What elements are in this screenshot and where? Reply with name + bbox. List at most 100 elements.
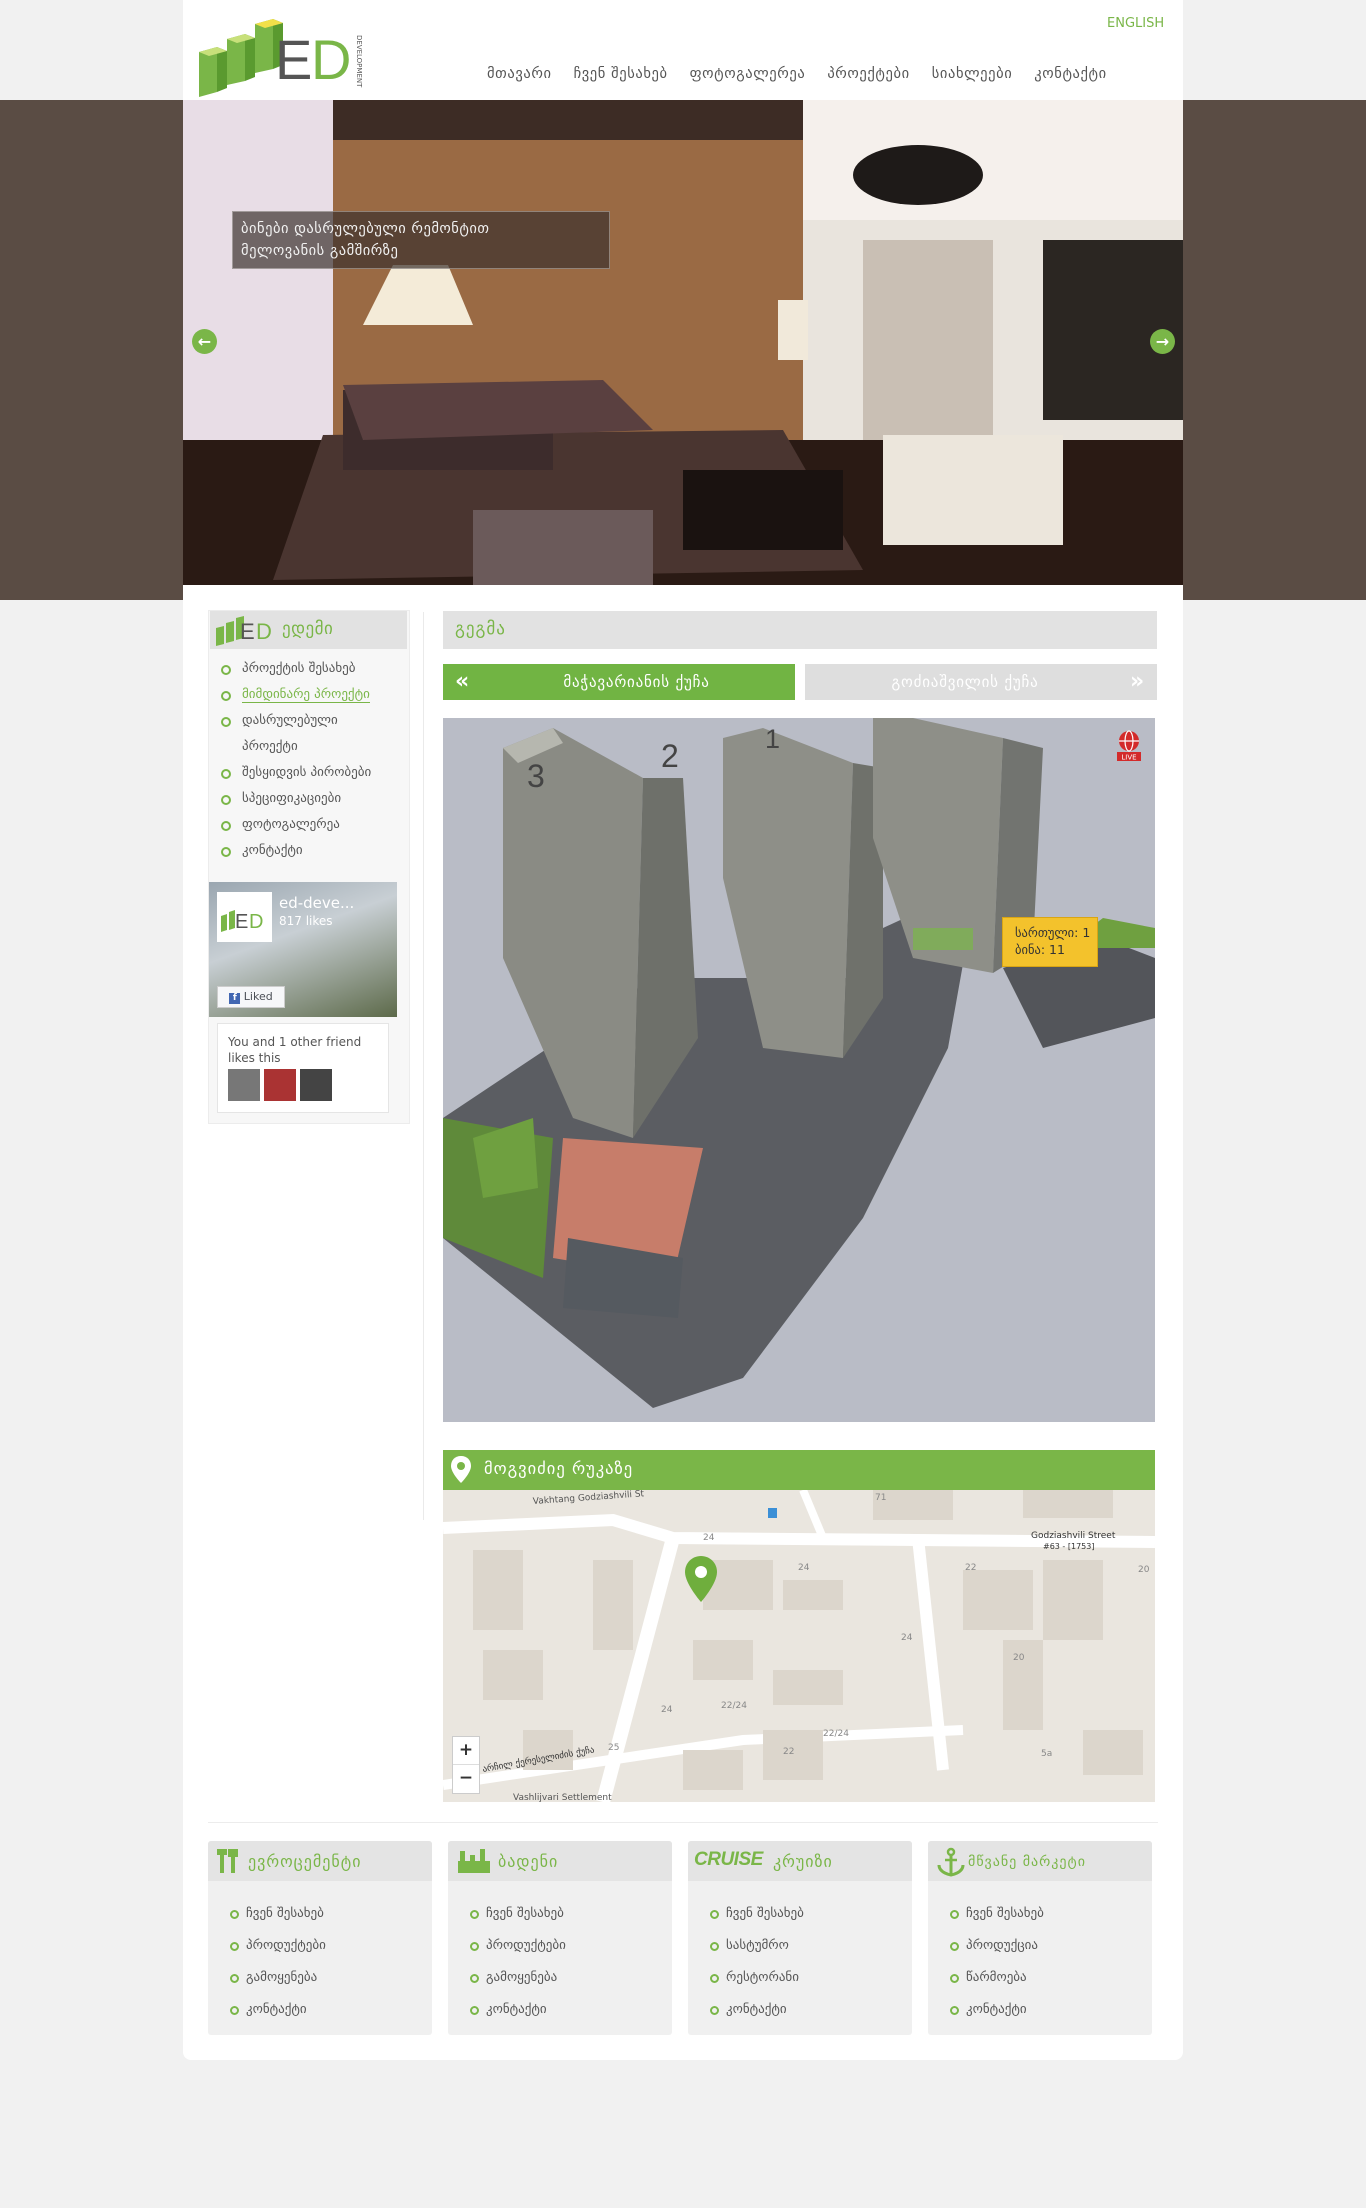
svg-text:D: D: [256, 619, 272, 644]
building-number-3: 3: [527, 758, 545, 794]
footer-column-list: ჩვენ შესახებ პროდუქტები გამოყენება კონტა…: [230, 1898, 326, 2026]
footer-link[interactable]: წარმოება: [950, 1962, 1044, 1994]
sidebar-logo-icon: E D: [216, 616, 272, 646]
footer-column-title: კრუიზი: [773, 1852, 833, 1871]
hero-interior-image: [183, 100, 1183, 585]
sidebar-item-specifications[interactable]: სპეციფიკაციები: [218, 786, 398, 812]
footer-link[interactable]: გამოყენება: [230, 1962, 326, 1994]
cruise-logo-icon: CRUISE: [694, 1849, 763, 1870]
building-render-plan[interactable]: 3 2 1: [443, 718, 1155, 1422]
svg-text:22/24: 22/24: [721, 1701, 747, 1711]
footer-column-baden: ბადენი ჩვენ შესახებ პროდუქტები გამოყენებ…: [448, 1841, 672, 2035]
footer-column-title: ევროცემენტი: [248, 1852, 362, 1871]
sidebar-title: ედემი: [282, 619, 334, 639]
hero-prev-arrow-icon[interactable]: ←: [192, 329, 217, 354]
footer-link[interactable]: პროდუქცია: [950, 1930, 1044, 1962]
footer-column-title: მწვანე მარკეტი: [968, 1854, 1086, 1870]
hero-next-arrow-icon[interactable]: →: [1150, 329, 1175, 354]
sidebar-item-purchase-terms[interactable]: შესყიდვის პირობები: [218, 760, 398, 786]
footer-link[interactable]: სასტუმრო: [710, 1930, 804, 1962]
footer-link[interactable]: ჩვენ შესახებ: [710, 1898, 804, 1930]
hero-slider: [183, 100, 1183, 585]
building-3d-illustration: [443, 718, 1155, 1422]
callout-floor: სართული: 1: [1015, 925, 1091, 940]
footer-column-list: ჩვენ შესახებ სასტუმრო რესტორანი კონტაქტი: [710, 1898, 804, 2026]
footer-column-list: ჩვენ შესახებ პროდუქტები გამოყენება კონტა…: [470, 1898, 566, 2026]
live-camera-icon[interactable]: LIVE: [1116, 730, 1142, 762]
footer-link[interactable]: ჩვენ შესახებ: [230, 1898, 326, 1930]
footer-column-green-market: მწვანე მარკეტი ჩვენ შესახებ პროდუქცია წა…: [928, 1841, 1152, 2035]
svg-text:20: 20: [1138, 1565, 1150, 1575]
nav-contact[interactable]: კონტაქტი: [1034, 66, 1106, 82]
map-zoom-in-button[interactable]: +: [453, 1737, 479, 1765]
footer-link[interactable]: პროდუქტები: [470, 1930, 566, 1962]
facebook-widget[interactable]: E D ed-deve... 817 likes f Liked: [209, 882, 397, 1017]
footer-link[interactable]: ჩვენ შესახებ: [950, 1898, 1044, 1930]
facebook-friend-avatars: [228, 1069, 332, 1101]
sidebar-item-gallery[interactable]: ფოტოგალერეა: [218, 812, 398, 838]
svg-text:Vashlijvari Settlement: Vashlijvari Settlement: [513, 1793, 612, 1802]
svg-text:#63 - [1753]: #63 - [1753]: [1043, 1542, 1094, 1551]
anchor-icon: [937, 1847, 965, 1877]
svg-text:D: D: [249, 911, 263, 933]
factory-icon: [458, 1849, 490, 1873]
tab-godziashvili-street[interactable]: გოძიაშვილის ქუჩა »: [805, 664, 1157, 700]
svg-text:D: D: [311, 28, 351, 91]
svg-text:E: E: [235, 911, 248, 933]
facebook-page-name[interactable]: ed-deve...: [279, 894, 354, 912]
sidebar-item-finished-project[interactable]: დასრულებული: [218, 708, 398, 734]
sidebar-item-finished-project-cont[interactable]: პროექტი: [218, 734, 398, 760]
svg-text:LIVE: LIVE: [1121, 754, 1136, 762]
sidebar-item-contact[interactable]: კონტაქტი: [218, 838, 398, 864]
facebook-friends-text: You and 1 other friend likes this: [228, 1035, 362, 1065]
footer-link[interactable]: რესტორანი: [710, 1962, 804, 1994]
building-number-2: 2: [661, 738, 679, 774]
svg-text:20: 20: [1013, 1653, 1025, 1663]
footer-link[interactable]: პროდუქტები: [230, 1930, 326, 1962]
footer-link[interactable]: კონტაქტი: [230, 1994, 326, 2026]
footer-link[interactable]: კონტაქტი: [470, 1994, 566, 2026]
tools-icon: [217, 1849, 238, 1873]
avatar[interactable]: [264, 1069, 296, 1101]
tab-machavariani-street[interactable]: « მაჭავარიანის ქუჩა: [443, 664, 795, 700]
svg-text:25: 25: [608, 1743, 619, 1753]
nav-gallery[interactable]: ფოტოგალერეა: [690, 66, 806, 82]
svg-text:5a: 5a: [1041, 1749, 1052, 1759]
facebook-friends-card: You and 1 other friend likes this: [217, 1023, 389, 1113]
map-zoom-control: + −: [452, 1736, 480, 1794]
footer-column-list: ჩვენ შესახებ პროდუქცია წარმოება კონტაქტი: [950, 1898, 1044, 2026]
language-switch-english[interactable]: ENGLISH: [1107, 16, 1164, 31]
svg-text:24: 24: [703, 1533, 715, 1543]
section-header: [443, 611, 1157, 649]
svg-text:Godziashvili Street: Godziashvili Street: [1031, 1531, 1116, 1541]
facebook-liked-button[interactable]: f Liked: [217, 986, 285, 1008]
ed-logo[interactable]: E D DEVELOPMENT: [199, 17, 369, 105]
footer-link[interactable]: გამოყენება: [470, 1962, 566, 1994]
avatar[interactable]: [300, 1069, 332, 1101]
section-title: გეგმა: [455, 619, 506, 639]
map-zoom-out-button[interactable]: −: [453, 1765, 479, 1792]
facebook-likes-count: 817 likes: [279, 914, 333, 928]
nav-home[interactable]: მთავარი: [487, 66, 552, 82]
svg-text:71: 71: [875, 1493, 886, 1503]
footer-link[interactable]: კონტაქტი: [710, 1994, 804, 2026]
footer-link[interactable]: ჩვენ შესახებ: [470, 1898, 566, 1930]
map-title: მოგვიძიე რუკაზე: [484, 1459, 634, 1478]
facebook-f-icon: f: [229, 993, 241, 1004]
footer-divider: [208, 1822, 1158, 1823]
svg-text:22/24: 22/24: [823, 1729, 849, 1739]
svg-text:E: E: [275, 28, 312, 91]
sidebar-menu: პროექტის შესახებ მიმდინარე პროექტი დასრუ…: [218, 656, 398, 864]
nav-news[interactable]: სიახლეები: [932, 66, 1013, 82]
footer-link[interactable]: კონტაქტი: [950, 1994, 1044, 2026]
svg-text:E: E: [240, 619, 255, 644]
location-map[interactable]: Vakhtang Godziashvili St Godziashvili St…: [443, 1490, 1155, 1802]
double-chevron-right-icon: »: [1129, 669, 1145, 694]
sidebar-item-current-project[interactable]: მიმდინარე პროექტი: [218, 682, 398, 708]
nav-projects[interactable]: პროექტები: [827, 66, 909, 82]
footer-column-eurocement: ევროცემენტი ჩვენ შესახებ პროდუქტები გამო…: [208, 1841, 432, 2035]
sidebar-item-about-project[interactable]: პროექტის შესახებ: [218, 656, 398, 682]
hero-caption-line2: მელოვანის გამშირზე: [241, 243, 399, 259]
avatar[interactable]: [228, 1069, 260, 1101]
nav-about[interactable]: ჩვენ შესახებ: [574, 66, 668, 82]
